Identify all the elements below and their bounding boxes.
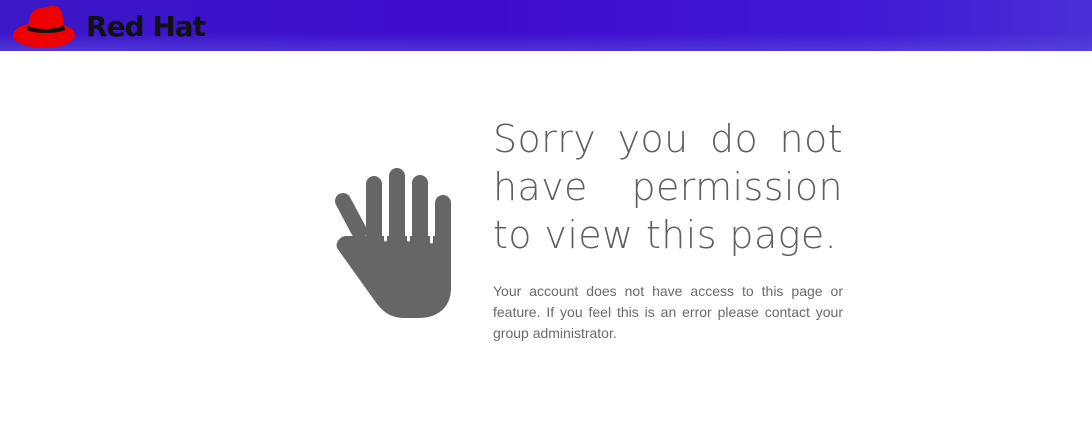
brand-name: Red Hat [86,10,206,43]
top-header-bar: Red Hat [0,0,1092,51]
red-hat-logo[interactable]: Red Hat [11,0,206,51]
stop-hand-icon [333,118,453,325]
red-hat-fedora-icon [11,2,77,50]
error-title: Sorry you do not have permission to view… [493,117,843,257]
error-message: Your account does not have access to thi… [493,283,843,341]
